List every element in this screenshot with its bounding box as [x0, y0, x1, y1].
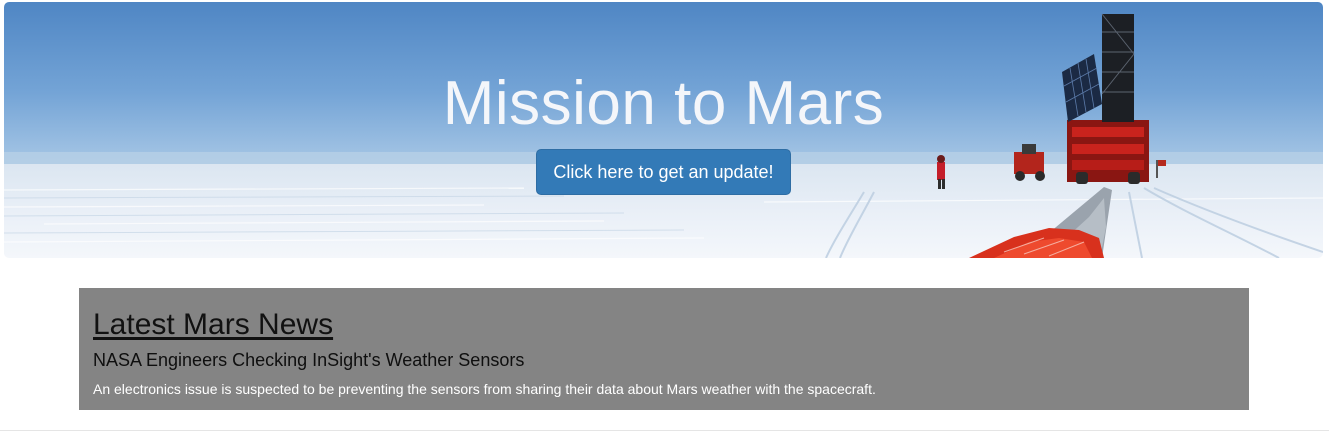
hero-jumbotron: Mission to Mars Click here to get an upd…: [4, 2, 1323, 258]
page: Mission to Mars Click here to get an upd…: [0, 0, 1329, 444]
latest-news-panel: Latest Mars News NASA Engineers Checking…: [79, 288, 1249, 410]
latest-news-heading: Latest Mars News: [93, 308, 334, 341]
news-article-teaser: An electronics issue is suspected to be …: [93, 381, 876, 397]
news-article-title: NASA Engineers Checking InSight's Weathe…: [93, 350, 525, 370]
page-title: Mission to Mars: [442, 69, 885, 138]
get-update-button[interactable]: Click here to get an update!: [536, 149, 791, 195]
divider: [0, 430, 1329, 431]
